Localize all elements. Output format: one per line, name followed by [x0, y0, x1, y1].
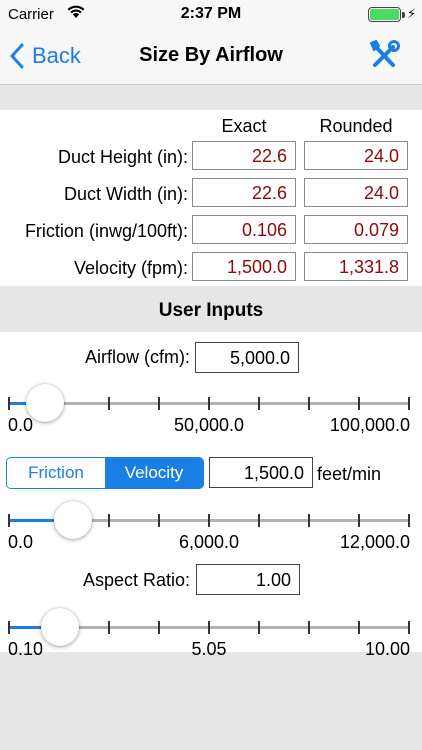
slider-tick: [158, 514, 160, 527]
tools-icon: [369, 39, 400, 67]
slider-mid-label: 50,000.0: [173, 415, 245, 435]
slider-tick: [308, 621, 310, 634]
slider-max-label: 12,000.0: [339, 532, 410, 552]
slider-mid-label: 5.05: [191, 639, 227, 659]
user-inputs-section: Airflow (cfm): 5,000.0 0.0 50,000.0 100,…: [0, 332, 422, 659]
charging-bolt-icon: ⚡: [407, 6, 417, 21]
slider-tick: [408, 397, 410, 410]
slider-tick: [258, 397, 260, 410]
slider-max-label: 100,000.0: [329, 415, 410, 435]
slider-tick: [8, 514, 10, 527]
status-bar: Carrier 2:37 PM ⚡: [0, 0, 422, 30]
slider-min-label: 0.0: [8, 532, 34, 552]
slider-tick: [108, 397, 110, 410]
airflow-input[interactable]: 5,000.0: [195, 342, 299, 373]
slider-max-label: 10.00: [364, 639, 410, 659]
slider-tick: [358, 514, 360, 527]
slider-tick: [108, 621, 110, 634]
velocity-input[interactable]: 1,500.0: [209, 457, 313, 488]
slider-tick: [308, 397, 310, 410]
slider-min-label: 0.10: [8, 639, 44, 659]
segment-velocity[interactable]: Velocity: [105, 458, 203, 488]
slider-tick: [208, 397, 210, 410]
airflow-label: Airflow (cfm):: [85, 347, 190, 367]
section-spacer: [0, 85, 422, 110]
aspect-ratio-input[interactable]: 1.00: [196, 564, 300, 595]
friction-label: Friction (inwg/100ft):: [24, 221, 188, 241]
slider-fill: [8, 402, 28, 405]
slider-tick: [8, 397, 10, 410]
friction-rounded: 0.079: [304, 215, 408, 244]
slider-tick: [258, 514, 260, 527]
slider-tick: [208, 514, 210, 527]
slider-tick: [308, 514, 310, 527]
slider-tick: [8, 621, 10, 634]
velocity-rounded: 1,331.8: [304, 252, 408, 281]
slider-fill: [8, 519, 58, 522]
duct-height-label: Duct Height (in):: [57, 147, 188, 167]
slider-tick: [358, 621, 360, 634]
slider-thumb[interactable]: [41, 608, 79, 646]
velocity-slider[interactable]: 0.0 6,000.0 12,000.0: [8, 499, 410, 552]
slider-mid-label: 6,000.0: [178, 532, 240, 552]
duct-height-rounded: 24.0: [304, 141, 408, 170]
slider-tick: [108, 514, 110, 527]
aspect-ratio-label: Aspect Ratio:: [82, 570, 190, 590]
slider-fill: [8, 626, 44, 629]
duct-width-exact: 22.6: [192, 178, 296, 207]
user-inputs-header: User Inputs: [0, 286, 422, 332]
results-section: Exact Rounded Duct Height (in): 22.6 24.…: [0, 110, 422, 286]
navigation-bar: Back Size By Airflow: [0, 30, 422, 85]
slider-tick: [408, 621, 410, 634]
clock: 2:37 PM: [180, 5, 242, 22]
slider-thumb[interactable]: [54, 501, 92, 539]
velocity-exact: 1,500.0: [192, 252, 296, 281]
duct-height-exact: 22.6: [192, 141, 296, 170]
slider-tick: [208, 621, 210, 634]
friction-velocity-segmented-control: Friction Velocity: [6, 457, 204, 489]
tools-button[interactable]: [366, 38, 402, 74]
slider-min-label: 0.0: [8, 415, 34, 435]
slider-tick: [258, 621, 260, 634]
rounded-column-header: Rounded: [319, 116, 393, 136]
slider-tick: [358, 397, 360, 410]
friction-exact: 0.106: [192, 215, 296, 244]
duct-width-label: Duct Width (in):: [63, 184, 188, 204]
aspect-ratio-slider[interactable]: 0.10 5.05 10.00: [8, 606, 410, 659]
slider-tick: [158, 621, 160, 634]
exact-column-header: Exact: [221, 116, 267, 136]
slider-tick: [158, 397, 160, 410]
segment-friction[interactable]: Friction: [7, 458, 105, 488]
battery-cap: [402, 12, 405, 18]
velocity-label: Velocity (fpm):: [73, 258, 188, 278]
airflow-slider[interactable]: 0.0 50,000.0 100,000.0: [8, 382, 410, 435]
velocity-unit-label: feet/min: [317, 464, 382, 484]
page-title: Size By Airflow: [139, 44, 283, 66]
duct-width-rounded: 24.0: [304, 178, 408, 207]
battery-icon: [368, 7, 401, 22]
slider-tick: [408, 514, 410, 527]
